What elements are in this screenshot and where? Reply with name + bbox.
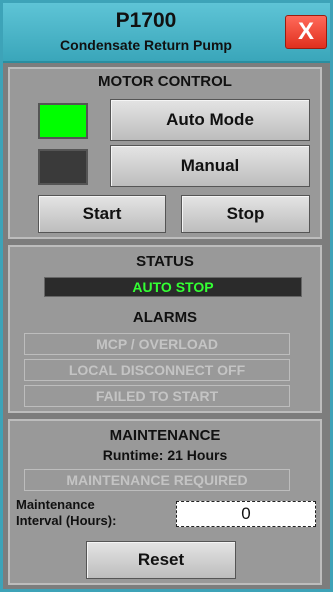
start-button[interactable]: Start (38, 195, 166, 233)
interval-label: Maintenance Interval (Hours): (16, 497, 116, 529)
reset-button[interactable]: Reset (86, 541, 236, 579)
maintenance-header: MAINTENANCE (109, 427, 221, 444)
motor-control-panel: MOTOR CONTROL Auto Mode Manual Start Sto… (8, 67, 322, 239)
alarm-failed-to-start: FAILED TO START (24, 385, 290, 407)
alarm-local-disconnect-off: LOCAL DISCONNECT OFF (24, 359, 290, 381)
pump-description: Condensate Return Pump (60, 37, 232, 53)
pump-faceplate-window: P1700 Condensate Return Pump X MOTOR CON… (0, 0, 333, 592)
maintenance-required-indicator: MAINTENANCE REQUIRED (24, 469, 290, 491)
status-alarms-panel: STATUS AUTO STOP ALARMS MCP / OVERLOAD L… (8, 245, 322, 413)
runtime-text: Runtime: 21 Hours (102, 447, 228, 463)
maintenance-interval-input[interactable]: 0 (176, 501, 316, 527)
alarm-mcp-overload: MCP / OVERLOAD (24, 333, 290, 355)
auto-mode-lamp (38, 103, 88, 139)
alarms-header: ALARMS (132, 309, 198, 326)
manual-mode-button[interactable]: Manual (110, 145, 310, 187)
pump-tag-title: P1700 (115, 9, 177, 32)
status-header: STATUS (136, 253, 194, 270)
auto-mode-button[interactable]: Auto Mode (110, 99, 310, 141)
maintenance-panel: MAINTENANCE Runtime: 21 Hours MAINTENANC… (8, 419, 322, 585)
motor-control-header: MOTOR CONTROL (98, 73, 232, 90)
status-display: AUTO STOP (44, 277, 302, 297)
stop-button[interactable]: Stop (181, 195, 310, 233)
manual-mode-lamp (38, 149, 88, 185)
close-icon[interactable]: X (285, 15, 327, 49)
interval-label-line-2: Interval (Hours): (16, 513, 117, 528)
interval-label-line-1: Maintenance (16, 497, 95, 512)
title-bar: P1700 Condensate Return Pump X (3, 3, 330, 63)
